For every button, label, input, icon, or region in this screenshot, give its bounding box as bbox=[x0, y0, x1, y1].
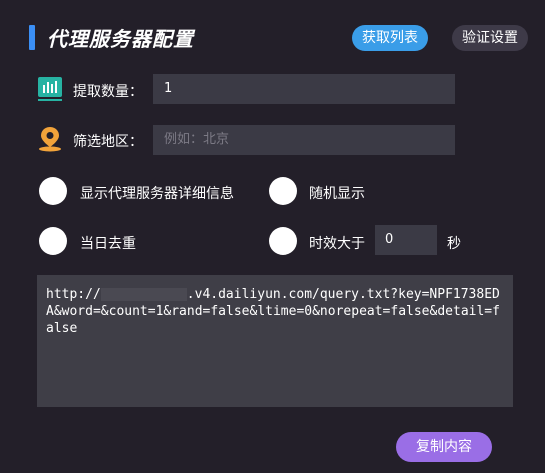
quantity-input[interactable]: 1 bbox=[153, 74, 455, 104]
same-day-dedup-label: 当日去重 bbox=[80, 236, 136, 252]
region-input[interactable]: 例如：北京 bbox=[153, 125, 455, 155]
expires-after-label: 时效大于 bbox=[309, 236, 365, 252]
same-day-dedup-radio[interactable] bbox=[39, 227, 67, 255]
url-redacted-segment bbox=[100, 288, 187, 301]
location-pin-icon bbox=[37, 126, 63, 152]
expires-after-radio[interactable] bbox=[269, 227, 297, 255]
region-label: 筛选地区： bbox=[73, 134, 143, 150]
title-accent-bar bbox=[29, 25, 35, 50]
seconds-unit-label: 秒 bbox=[447, 236, 461, 252]
show-details-label: 显示代理服务器详细信息 bbox=[80, 186, 234, 202]
random-display-radio[interactable] bbox=[269, 177, 297, 205]
expires-seconds-input[interactable]: 0 bbox=[375, 225, 437, 255]
bar-chart-icon bbox=[37, 76, 63, 102]
fetch-list-button[interactable]: 获取列表 bbox=[352, 25, 428, 51]
random-display-label: 随机显示 bbox=[309, 186, 365, 202]
copy-content-button[interactable]: 复制内容 bbox=[396, 432, 492, 462]
page-title: 代理服务器配置 bbox=[47, 27, 194, 51]
url-output[interactable]: http://.v4.dailiyun.com/query.txt?key=NP… bbox=[37, 275, 513, 407]
verify-settings-button[interactable]: 验证设置 bbox=[452, 25, 528, 51]
show-details-radio[interactable] bbox=[39, 177, 67, 205]
quantity-label: 提取数量： bbox=[73, 84, 143, 100]
url-prefix: http:// bbox=[46, 287, 101, 302]
